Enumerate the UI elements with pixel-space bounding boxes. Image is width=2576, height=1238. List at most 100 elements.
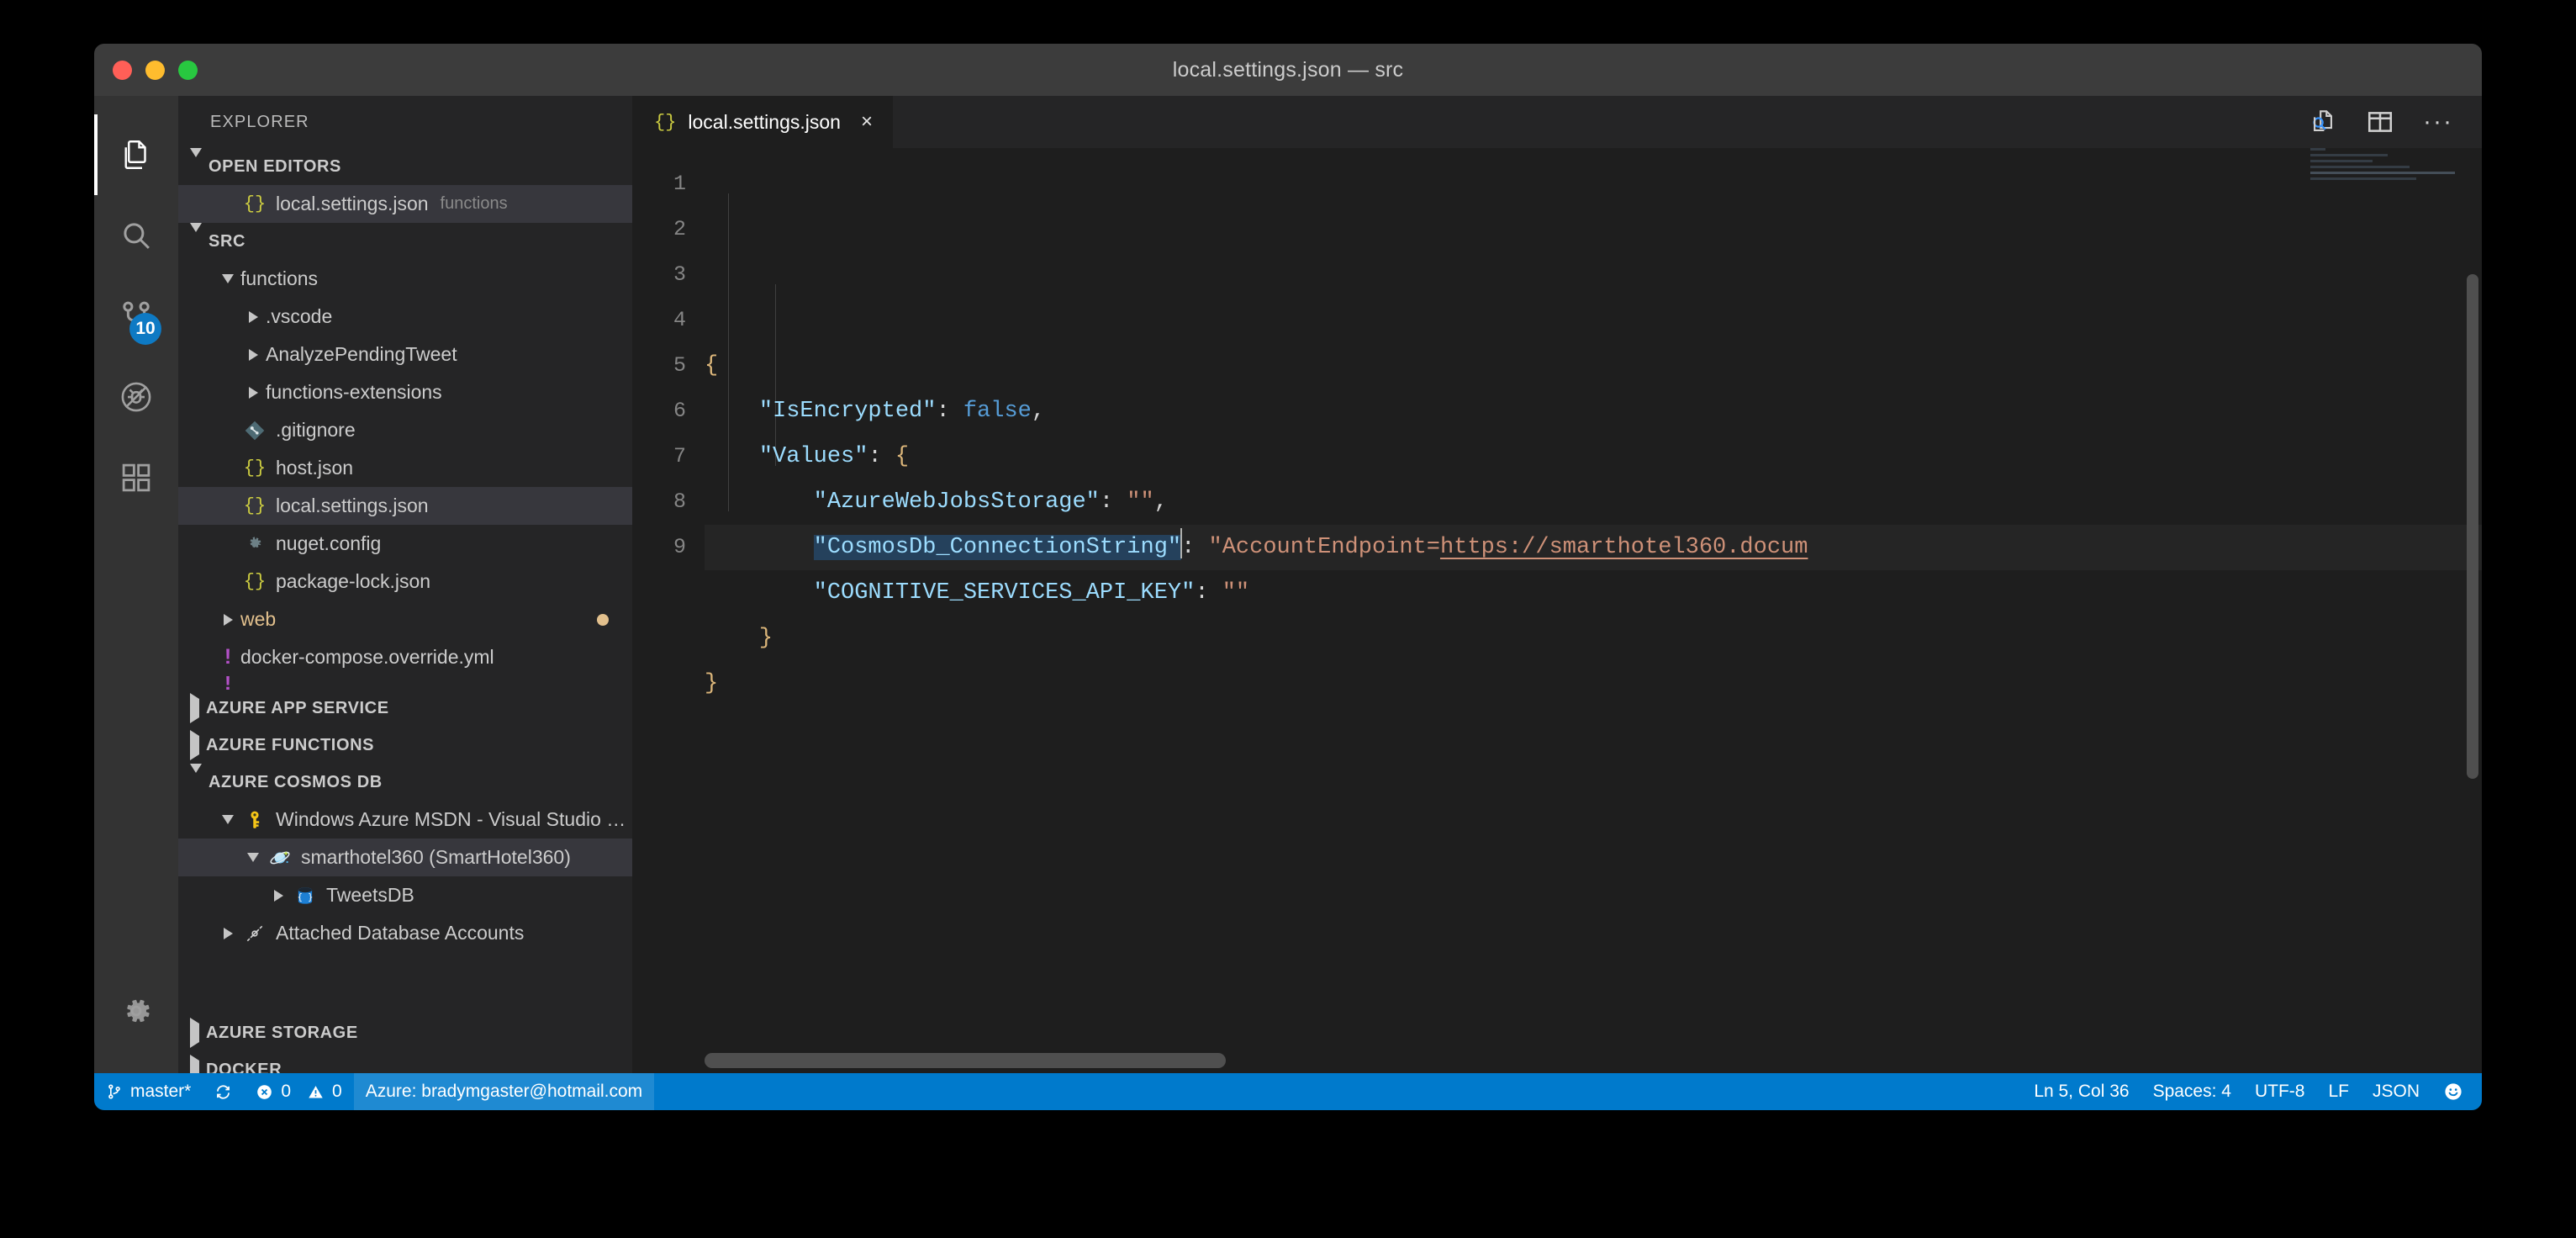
activity-manage[interactable] [94, 971, 178, 1051]
sidebar-title: EXPLORER [178, 96, 632, 148]
status-azure-account[interactable]: Azure: bradymgaster@hotmail.com [354, 1073, 654, 1110]
status-sync-changes[interactable] [203, 1073, 244, 1110]
split-editor-icon[interactable] [2366, 108, 2394, 136]
code-token [705, 444, 759, 469]
tree-item-cosmos-account[interactable]: smarthotel360 (SmartHotel360) [178, 839, 632, 876]
code-token [705, 535, 814, 560]
minimap[interactable] [2310, 148, 2462, 198]
status-branch-label: master* [130, 1082, 191, 1102]
activity-source-control[interactable]: 10 [94, 276, 178, 357]
tree-item-vscode[interactable]: .vscode [178, 298, 632, 336]
pane-header-azure-cosmos-db[interactable]: AZURE COSMOS DB [178, 764, 632, 801]
chevron-right-icon [240, 311, 266, 323]
status-eol[interactable]: LF [2316, 1082, 2361, 1102]
warning-icon [307, 1083, 325, 1101]
code-token: "" [1127, 489, 1153, 515]
tree-item-tweetsdb[interactable]: { } TweetsDB [178, 876, 632, 914]
line-number: 1 [632, 161, 686, 207]
tree-item-local-settings-json[interactable]: {} local.settings.json [178, 487, 632, 525]
tree-item-label: TweetsDB [326, 884, 414, 907]
status-feedback-smiley[interactable] [2431, 1082, 2482, 1102]
code-token [705, 489, 814, 515]
search-icon [119, 218, 154, 253]
extensions-icon [119, 460, 154, 495]
tree-item-package-lock-json[interactable]: {} package-lock.json [178, 563, 632, 600]
files-icon [119, 137, 154, 172]
line-number: 7 [632, 434, 686, 479]
code-line: } [705, 616, 2482, 661]
chevron-down-icon [190, 157, 202, 177]
pane-label-docker: DOCKER [206, 1061, 282, 1074]
yaml-icon: ! [215, 676, 240, 690]
tree-item-docker-compose-override[interactable]: ! docker-compose.override.yml [178, 638, 632, 676]
chevron-right-icon [190, 1061, 199, 1074]
line-number: 4 [632, 298, 686, 343]
pane-header-open-editors[interactable]: OPEN EDITORS [178, 148, 632, 185]
database-icon: { } [291, 885, 319, 907]
close-icon[interactable]: × [861, 110, 873, 134]
pane-label-azure-app-service: AZURE APP SERVICE [206, 699, 389, 718]
status-language-mode[interactable]: JSON [2361, 1082, 2431, 1102]
activity-bar: 10 [94, 96, 178, 1073]
activity-debug[interactable] [94, 357, 178, 437]
pane-header-azure-app-service[interactable]: AZURE APP SERVICE [178, 690, 632, 727]
code-line: "Values": { [705, 434, 2482, 479]
tab-bar: {} local.settings.json × [632, 96, 2482, 148]
tree-item-nuget-config[interactable]: nuget.config [178, 525, 632, 563]
tree-item-label: functions [240, 267, 318, 290]
code-token: : [868, 444, 895, 469]
tree-item-label: .vscode [266, 305, 332, 328]
vertical-scrollbar[interactable] [2467, 274, 2478, 779]
status-problems[interactable]: 0 0 [244, 1073, 353, 1110]
horizontal-scrollbar[interactable] [705, 1053, 1226, 1068]
sidebar: EXPLORER OPEN EDITORS {} local.settings.… [178, 96, 632, 1073]
tree-item-attached-database-accounts[interactable]: Attached Database Accounts [178, 914, 632, 952]
chevron-right-icon [240, 387, 266, 399]
open-preview-icon[interactable] [2309, 108, 2337, 136]
tree-item-functions-extensions[interactable]: functions-extensions [178, 373, 632, 411]
open-editors-list: {} local.settings.json functions [178, 185, 632, 223]
branch-icon [106, 1083, 123, 1100]
tree-item-label: .gitignore [276, 419, 356, 442]
tree-item-label: package-lock.json [276, 570, 430, 593]
vscode-window: local.settings.json — src [94, 44, 2482, 1110]
tree-item-gitignore[interactable]: .gitignore [178, 411, 632, 449]
tree-item-azure-subscription[interactable]: Windows Azure MSDN - Visual Studio Ul... [178, 801, 632, 839]
tree-item-partial[interactable]: ! [178, 676, 632, 690]
open-editor-item[interactable]: {} local.settings.json functions [178, 185, 632, 223]
status-encoding[interactable]: UTF-8 [2243, 1082, 2317, 1102]
tree-item-analyzependingtweet[interactable]: AnalyzePendingTweet [178, 336, 632, 373]
pane-label-azure-cosmos-db: AZURE COSMOS DB [209, 773, 383, 792]
code-token: { [895, 444, 909, 469]
pane-header-azure-functions[interactable]: AZURE FUNCTIONS [178, 727, 632, 764]
activity-explorer[interactable] [94, 114, 178, 195]
pane-header-src[interactable]: SRC [178, 223, 632, 260]
pane-label-azure-functions: AZURE FUNCTIONS [206, 736, 374, 755]
code-token [705, 626, 759, 651]
tree-item-functions[interactable]: functions [178, 260, 632, 298]
chevron-right-icon [215, 614, 240, 626]
sidebar-content: OPEN EDITORS {} local.settings.json func… [178, 148, 632, 1073]
cosmos-icon [266, 846, 294, 870]
more-actions-icon[interactable]: ··· [2423, 116, 2453, 128]
status-azure-label: Azure: bradymgaster@hotmail.com [366, 1082, 642, 1102]
tab-label: local.settings.json [688, 111, 841, 134]
gear-icon [119, 993, 154, 1029]
pane-header-docker[interactable]: DOCKER [178, 1051, 632, 1073]
tree-item-web[interactable]: web [178, 600, 632, 638]
window-title: local.settings.json — src [94, 58, 2482, 82]
code-content[interactable]: { "IsEncrypted": false, "Values": { "Azu… [705, 148, 2482, 1073]
activity-extensions[interactable] [94, 437, 178, 518]
status-indentation[interactable]: Spaces: 4 [2141, 1082, 2243, 1102]
line-number: 3 [632, 252, 686, 298]
status-cursor-position[interactable]: Ln 5, Col 36 [2022, 1082, 2141, 1102]
status-git-branch[interactable]: master* [94, 1073, 203, 1110]
chevron-right-icon [240, 349, 266, 361]
code-token [705, 580, 814, 606]
code-line [705, 706, 2482, 752]
tree-item-host-json[interactable]: {} host.json [178, 449, 632, 487]
activity-search[interactable] [94, 195, 178, 276]
code-token: https://smarthotel360.docum [1440, 535, 1808, 560]
tab-local-settings-json[interactable]: {} local.settings.json × [632, 96, 894, 148]
pane-header-azure-storage[interactable]: AZURE STORAGE [178, 1014, 632, 1051]
